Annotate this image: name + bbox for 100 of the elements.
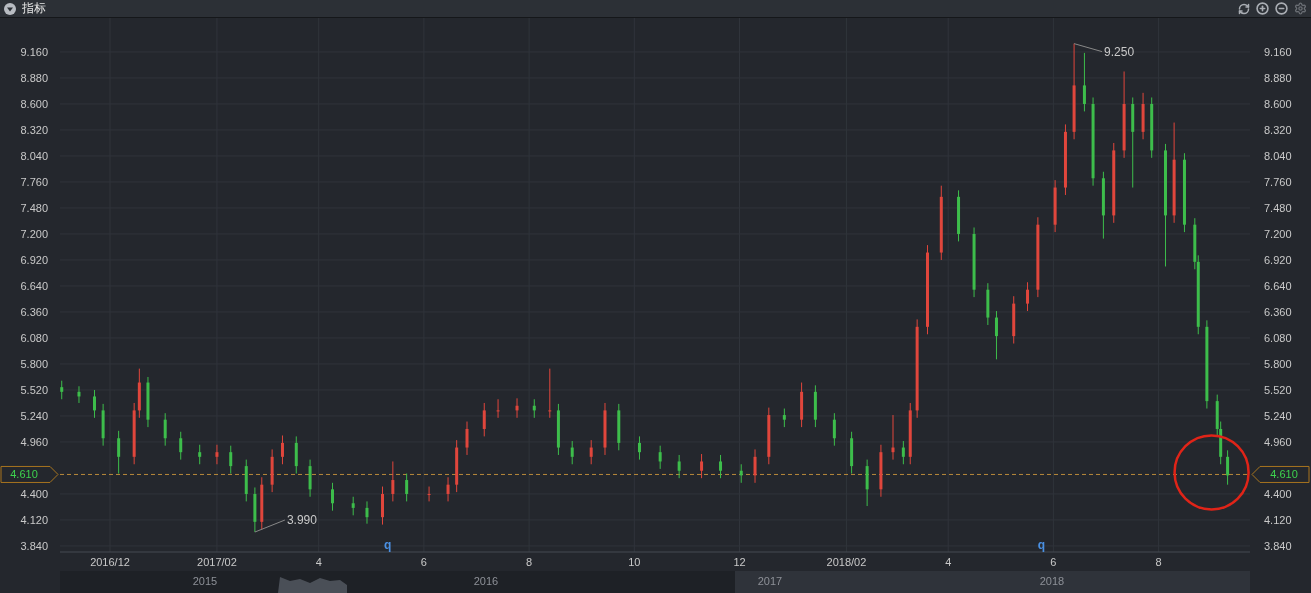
x-axis-label: 2016/12: [90, 556, 130, 568]
price-tag: 4.610: [1251, 465, 1310, 483]
candlestick: [455, 439, 459, 493]
candlestick: [532, 398, 536, 419]
y-axis-label: 6.360: [1264, 305, 1292, 318]
y-axis-label: 8.600: [20, 98, 48, 110]
zoom-out-icon[interactable]: [1275, 2, 1288, 15]
candlestick: [77, 385, 81, 404]
candlestick: [603, 402, 607, 456]
year-label: 2016: [473, 575, 499, 587]
candlestick: [700, 453, 704, 479]
candlestick: [832, 412, 836, 447]
x-axis-label: 2017/02: [197, 556, 237, 568]
y-axis-label: 5.240: [20, 409, 48, 422]
candlestick: [270, 448, 274, 493]
y-axis-label: 8.040: [1264, 150, 1292, 162]
candlestick: [908, 402, 912, 465]
y-axis-label: 8.880: [1264, 72, 1292, 84]
y-axis-label: 6.920: [1264, 254, 1292, 266]
y-axis-label: 7.760: [20, 176, 48, 188]
y-axis-label: 5.800: [20, 357, 48, 370]
candlestick: [101, 403, 105, 447]
candlestick: [405, 473, 409, 502]
candlestick: [482, 402, 486, 437]
y-axis-label: 7.480: [1264, 202, 1292, 214]
candlestick: [901, 440, 905, 465]
y-axis-label: 8.880: [20, 72, 48, 84]
candlestick: [753, 448, 757, 484]
x-axis-label: 6: [420, 556, 427, 568]
candlestick: [1026, 281, 1029, 312]
price-tag: 4.610: [0, 465, 59, 483]
candlestick: [1150, 97, 1154, 159]
candlestick: [294, 435, 298, 475]
candlestick: [800, 382, 804, 428]
candlestick: [1226, 449, 1230, 486]
y-axis-label: 4.120: [1264, 513, 1292, 526]
candlestick: [179, 431, 183, 461]
y-axis-label: 8.320: [20, 124, 48, 136]
candlestick: [146, 376, 150, 428]
y-axis-label: 7.480: [20, 202, 48, 214]
ref-line-label: 4.610: [10, 468, 38, 481]
y-axis-label: 6.920: [20, 254, 48, 266]
y-axis-label: 7.200: [20, 228, 48, 240]
candlestick: [850, 431, 854, 475]
candlestick: [995, 310, 998, 360]
y-axis-label: 8.320: [1264, 124, 1292, 136]
collapse-icon[interactable]: [4, 2, 16, 15]
y-axis-label: 6.640: [20, 279, 48, 292]
candlestick: [93, 389, 96, 419]
candlestick: [365, 500, 369, 525]
candlestick: [260, 476, 264, 530]
zoom-in-icon[interactable]: [1256, 2, 1269, 15]
candlestick: [253, 486, 257, 533]
x-axis-label: 2018/02: [826, 556, 867, 568]
candlestick: [865, 459, 869, 507]
candlestick: [229, 445, 233, 475]
y-axis-label: 4.120: [20, 513, 48, 526]
candlestick: [1141, 92, 1145, 140]
candlestick: [198, 444, 202, 465]
y-axis-label: 5.240: [1264, 409, 1292, 422]
candlestick: [617, 403, 621, 451]
event-marker[interactable]: q: [1037, 538, 1045, 552]
candlestick: [1082, 52, 1086, 112]
x-axis-label: 6: [1050, 556, 1057, 568]
candlestick: [767, 407, 771, 465]
candlestick: [496, 398, 500, 419]
candlestick: [515, 397, 519, 419]
settings-icon[interactable]: [1294, 2, 1307, 15]
refresh-icon[interactable]: [1238, 2, 1250, 15]
y-axis-label: 9.160: [1264, 46, 1292, 58]
candlestick: [570, 440, 574, 465]
x-axis-label: 12: [733, 556, 746, 568]
y-axis-label: 4.960: [1264, 435, 1292, 448]
candlestick: [556, 403, 560, 456]
y-axis-label: 5.520: [20, 383, 48, 396]
y-axis-label: 6.360: [20, 305, 48, 318]
year-label: 2018: [1039, 575, 1065, 587]
y-axis-label: 4.960: [20, 435, 48, 448]
y-axis-label: 4.400: [1264, 487, 1292, 500]
candlestick: [381, 486, 384, 526]
candlestick: [351, 496, 355, 516]
annotation: 3.990: [286, 513, 318, 528]
candlestick: [986, 282, 990, 326]
candlestick: [427, 486, 431, 502]
candlestick: [677, 454, 681, 479]
candlestick: [638, 435, 641, 461]
event-marker[interactable]: q: [384, 538, 392, 552]
y-axis-label: 5.520: [1264, 383, 1292, 396]
candlestick: [281, 434, 284, 465]
candlestick: [813, 384, 817, 428]
low-callout: 3.990: [254, 513, 317, 533]
panel-title: 指标: [22, 0, 47, 17]
candlestick: [117, 430, 121, 475]
y-axis-label: 6.080: [20, 331, 48, 344]
high-callout: 9.250: [1073, 43, 1135, 59]
y-axis-label: 6.080: [1264, 331, 1292, 344]
x-axis-label: 10: [628, 556, 641, 568]
candlestick: [391, 460, 395, 502]
candlestick: [782, 408, 786, 428]
candlestick: [589, 439, 593, 465]
